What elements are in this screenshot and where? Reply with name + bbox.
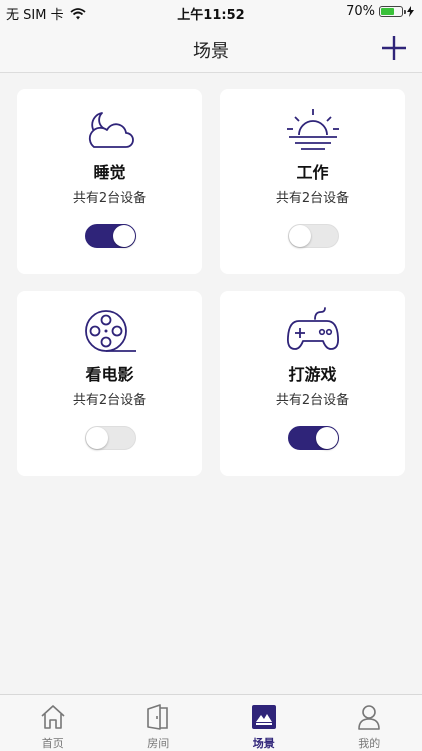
status-right: 70% (346, 4, 414, 19)
scene-name: 看电影 (17, 361, 202, 385)
scene-toggle[interactable] (288, 426, 339, 450)
tab-profile[interactable]: 我的 (317, 695, 422, 751)
tab-home[interactable]: 首页 (0, 695, 106, 751)
film-reel-icon (82, 307, 138, 355)
scene-toggle[interactable] (288, 224, 339, 248)
door-icon (144, 703, 172, 731)
scene-card-work[interactable]: 工作 共有2台设备 (220, 89, 405, 274)
gamepad-icon (285, 307, 341, 355)
battery-percent: 70% (346, 4, 375, 19)
scene-device-count: 共有2台设备 (17, 187, 202, 206)
toggle-knob (113, 225, 135, 247)
scene-card-movie[interactable]: 看电影 共有2台设备 (17, 291, 202, 476)
scene-card-gaming[interactable]: 打游戏 共有2台设备 (220, 291, 405, 476)
tab-bar: 首页 房间 场景 我的 (0, 694, 422, 751)
nav-bar: 场景 (0, 24, 422, 73)
scene-device-count: 共有2台设备 (17, 389, 202, 408)
tab-label: 我的 (317, 735, 422, 751)
add-scene-button[interactable] (380, 34, 408, 62)
tab-rooms[interactable]: 房间 (106, 695, 212, 751)
scene-card-sleep[interactable]: 睡觉 共有2台设备 (17, 89, 202, 274)
scene-name: 打游戏 (220, 361, 405, 385)
battery-level (381, 8, 394, 15)
scene-name: 睡觉 (17, 159, 202, 183)
status-bar: 无 SIM 卡 上午11:52 70% (0, 0, 422, 24)
tab-label: 首页 (0, 735, 106, 751)
charging-bolt-icon (407, 6, 414, 17)
page-title: 场景 (0, 37, 422, 63)
battery-icon (379, 6, 403, 17)
tab-scenes[interactable]: 场景 (211, 695, 317, 751)
toggle-knob (86, 427, 108, 449)
scene-toggle[interactable] (85, 224, 136, 248)
scene-name: 工作 (220, 159, 405, 183)
person-icon (355, 703, 383, 731)
home-icon (39, 703, 67, 731)
toggle-knob (316, 427, 338, 449)
tab-label: 场景 (211, 735, 317, 751)
toggle-knob (289, 225, 311, 247)
plus-icon (382, 36, 406, 60)
scene-toggle[interactable] (85, 426, 136, 450)
scene-icon (250, 703, 278, 731)
moon-cloud-icon (82, 105, 138, 153)
scene-device-count: 共有2台设备 (220, 187, 405, 206)
scene-device-count: 共有2台设备 (220, 389, 405, 408)
sunrise-icon (285, 105, 341, 153)
tab-label: 房间 (106, 735, 212, 751)
